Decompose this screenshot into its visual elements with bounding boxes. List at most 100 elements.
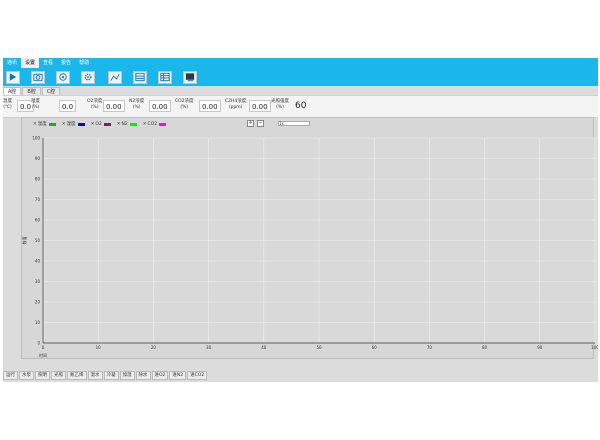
menu-item-1[interactable]: 设置 <box>21 58 40 68</box>
gear-icon <box>84 73 92 81</box>
status-tab-1[interactable]: 水泵 <box>19 371 34 380</box>
status-tab-3[interactable]: 光照 <box>51 371 66 380</box>
zoom-select[interactable]: 1x <box>278 121 310 126</box>
check-icon[interactable]: ✕ <box>91 122 95 127</box>
zoom-in-button[interactable]: + <box>247 120 254 127</box>
reading-unit: (%) <box>31 104 40 110</box>
reading-value-2: 0.00 <box>103 99 125 112</box>
check-icon[interactable]: ✕ <box>117 122 121 127</box>
y-tick-label: 90 <box>35 156 41 161</box>
reading-value-box: 0.00 <box>149 100 171 112</box>
reading-label-0: 温度 (℃) <box>3 99 12 110</box>
y-tick-label: 100 <box>32 136 40 141</box>
legend-label: O2 <box>95 121 102 127</box>
status-tab-9[interactable]: 进O2 <box>151 371 169 380</box>
lens-button[interactable] <box>56 70 70 84</box>
chart-icon <box>110 73 120 81</box>
status-tab-10[interactable]: 进N2 <box>169 371 187 380</box>
y-tick-label: 50 <box>35 238 41 243</box>
x-tick-label: 30 <box>206 345 212 350</box>
tab-1[interactable]: B腔 <box>22 87 41 95</box>
reading-unit: (ppm) <box>228 104 243 110</box>
table-icon <box>135 72 145 82</box>
gear-button[interactable] <box>81 70 95 84</box>
x-tick-label: 60 <box>372 345 378 350</box>
status-tab-11[interactable]: 进CO2 <box>187 371 208 380</box>
x-tick-label: 100 <box>591 345 598 350</box>
x-tick-label: 20 <box>151 345 157 350</box>
reading-unit: (℃) <box>3 104 12 110</box>
status-tab-5[interactable]: 温水 <box>87 371 103 380</box>
legend-item-3[interactable]: ✕ N2 <box>117 122 137 127</box>
reading-value-1: 0.0 <box>59 99 77 112</box>
y-tick-label: 20 <box>35 300 41 305</box>
y-axis-label: 数值 <box>21 237 27 245</box>
x-tick-label: 70 <box>427 345 433 350</box>
export-button[interactable] <box>183 70 197 84</box>
y-tick-label: 60 <box>35 218 41 223</box>
legend-item-4[interactable]: ✕ CO2 <box>143 122 167 127</box>
reading-value-box: 0.00 <box>249 100 271 112</box>
x-tick-label: 90 <box>537 345 543 350</box>
reading-value-5: 0.00 <box>249 99 271 112</box>
x-tick-label: 10 <box>96 345 102 350</box>
status-tab-7[interactable]: 加湿 <box>119 371 135 380</box>
y-tick-label: 40 <box>35 259 41 264</box>
tab-0[interactable]: A腔 <box>3 87 22 95</box>
reading-value-box: 0.00 <box>103 100 125 112</box>
y-tick-label: 30 <box>35 279 41 284</box>
legend-item-0[interactable]: ✕ 温度 <box>33 121 56 127</box>
legend-swatch <box>48 122 56 126</box>
reading-unit: (%) <box>90 104 99 110</box>
camera-button[interactable] <box>31 70 45 84</box>
y-tick-label: 0 <box>37 341 40 346</box>
check-icon[interactable]: ✕ <box>62 122 66 127</box>
reading-unit: (%) <box>132 104 141 110</box>
legend-label: 温度 <box>37 122 47 127</box>
reading-value-box: 0.00 <box>199 100 221 112</box>
lens-icon <box>59 73 67 81</box>
check-icon[interactable]: ✕ <box>33 122 37 127</box>
reading-label-3: N2浓度 (%) <box>129 99 144 110</box>
reading-value-3: 0.00 <box>149 99 171 112</box>
status-tab-6[interactable]: 冷凝 <box>103 371 119 380</box>
menu-item-3[interactable]: 报告 <box>57 58 75 68</box>
y-tick-label: 80 <box>35 177 41 182</box>
x-axis-label: 时间 <box>39 352 47 358</box>
y-tick-label: 10 <box>35 320 41 325</box>
table-button[interactable] <box>133 70 147 84</box>
list-button[interactable] <box>158 70 172 84</box>
status-tab-4[interactable]: 氮乙烯 <box>67 371 87 380</box>
x-tick-label: 80 <box>482 345 488 350</box>
status-tab-8[interactable]: 除水 <box>135 371 151 380</box>
status-tab-0[interactable]: 运行 <box>3 371 18 380</box>
list-icon <box>160 72 170 82</box>
reading-label-4: CO2浓度 (%) <box>175 99 194 110</box>
reading-label-1: 湿度 (%) <box>31 99 40 110</box>
play-button[interactable] <box>6 70 20 84</box>
play-icon <box>9 73 17 81</box>
bottom-status-tabs: 运行 水泵 照明 光照 氮乙烯 温水 冷凝 加湿 除水 进O2 进N2 进CO2 <box>3 371 208 380</box>
legend-swatch <box>129 122 137 126</box>
reading-label-6: 光照强度 (%) <box>271 99 289 110</box>
legend-item-2[interactable]: ✕ O2 <box>91 122 111 127</box>
reading-label-5: C2H4浓度 (ppm) <box>225 99 246 110</box>
zoom-out-button[interactable]: − <box>257 120 264 127</box>
menu-item-0[interactable]: 通讯 <box>3 58 21 68</box>
tab-2[interactable]: C腔 <box>41 87 61 95</box>
reading-unit: (%) <box>276 104 284 110</box>
menu-bar: 通讯 设置 查看 报告 帮助 <box>3 58 598 68</box>
line-chart: 0 10 20 30 40 50 60 70 80 90 100 0 10 20 30 40 50 60 70 80 9… <box>21 136 598 359</box>
menu-item-4[interactable]: 帮助 <box>75 58 93 68</box>
reading-value-box: 60 <box>293 100 309 112</box>
y-tick-label: 70 <box>35 197 41 202</box>
camera-icon <box>33 73 43 82</box>
status-tab-2[interactable]: 照明 <box>35 371 50 380</box>
reading-unit: (%) <box>180 104 189 110</box>
legend-item-1[interactable]: ✕ 湿度 <box>62 121 85 127</box>
x-tick-label: 40 <box>261 345 267 350</box>
menu-item-2[interactable]: 查看 <box>39 58 57 68</box>
reading-value-4: 0.00 <box>199 99 221 112</box>
check-icon[interactable]: ✕ <box>143 122 147 127</box>
chart-button[interactable] <box>108 70 122 84</box>
